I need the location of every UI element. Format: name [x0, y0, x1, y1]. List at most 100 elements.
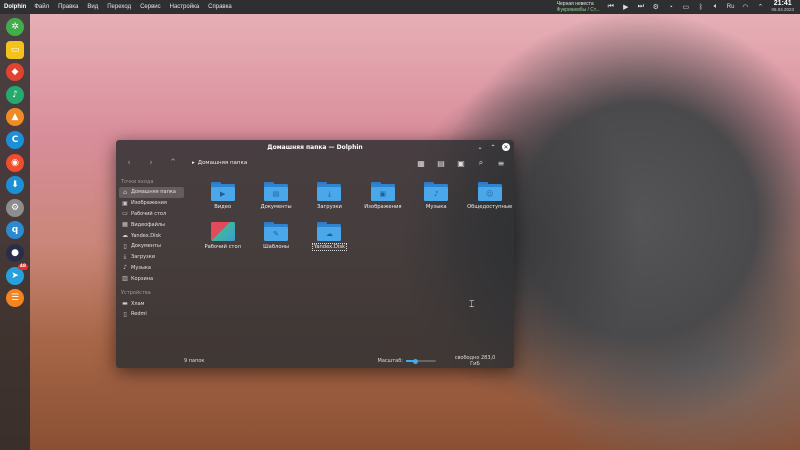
- menu-edit[interactable]: Правка: [58, 4, 78, 10]
- file-item-downloads[interactable]: ⤓ Загрузки: [303, 182, 356, 216]
- file-item-music[interactable]: ♪ Музыка: [410, 182, 463, 216]
- sidebar-item-drive[interactable]: ▬ Хлам: [119, 298, 184, 309]
- bluetooth-icon[interactable]: ᛒ: [697, 3, 705, 11]
- sidebar-item-home[interactable]: ⌂ Домашняя папка: [119, 187, 184, 198]
- notification-badge: 48: [17, 263, 28, 270]
- status-bar: 9 папок Масштаб: свободно 283,0 ГиБ: [116, 354, 514, 368]
- menu-help[interactable]: Справка: [208, 4, 232, 10]
- sidebar-item-label: Документы: [131, 243, 161, 250]
- app-launcher-icon[interactable]: ✲: [6, 18, 24, 36]
- preview-icon[interactable]: ▣: [456, 158, 466, 168]
- file-item-pictures[interactable]: ▣ Изображения: [356, 182, 409, 216]
- wifi-icon[interactable]: ◠: [741, 3, 749, 11]
- file-label: Yandex.Disk: [311, 243, 348, 251]
- search-icon[interactable]: ⌕: [476, 158, 486, 168]
- media-prev-icon[interactable]: ⏮: [607, 3, 615, 11]
- sidebar-item-desktop[interactable]: ▭ Рабочий стол: [119, 209, 184, 220]
- clock[interactable]: 21:41 06.04.2023: [771, 0, 794, 13]
- toolbar: ‹ › ⌃ ▸ Домашняя папка ▦ ▤ ▣ ⌕ ≡: [116, 154, 514, 172]
- news-line-2: Фукрианмбы / Ст...: [556, 7, 600, 13]
- clock-date: 06.04.2023: [771, 7, 794, 12]
- download-icon: ⤓: [123, 253, 127, 261]
- file-label: Рабочий стол: [204, 244, 241, 250]
- menu-settings[interactable]: Настройка: [170, 4, 200, 10]
- file-item-yandex-disk[interactable]: ☁ Yandex.Disk: [303, 222, 356, 256]
- sidebar-item-phone[interactable]: ▯ Redmi: [119, 309, 184, 320]
- desktop-folder-icon: [210, 222, 235, 241]
- breadcrumb-arrow-icon: ▸: [192, 160, 195, 166]
- zoom-slider[interactable]: [406, 358, 436, 364]
- music-folder-icon: ♪: [424, 182, 449, 201]
- store-app-icon[interactable]: ⬇: [6, 176, 24, 195]
- zoom-slider-handle[interactable]: [412, 358, 418, 364]
- window-titlebar[interactable]: Домашняя папка — Dolphin ⌄ ⌃ ✕: [116, 140, 514, 154]
- documents-folder-icon: ▤: [264, 182, 289, 201]
- sidebar-item-videos[interactable]: ▦ Видеофайлы: [119, 219, 184, 230]
- view-tools: ▦ ▤ ▣ ⌕ ≡: [416, 158, 506, 168]
- minimize-icon[interactable]: ⌄: [476, 143, 484, 151]
- vlc-app-icon[interactable]: ▲: [6, 108, 24, 127]
- menu-view[interactable]: Вид: [87, 4, 98, 10]
- sidebar-item-pictures[interactable]: ▣ Изображения: [119, 198, 184, 209]
- zoom-label: Масштаб:: [377, 358, 403, 364]
- sidebar-item-documents[interactable]: ▯ Документы: [119, 241, 184, 252]
- music-app-icon[interactable]: ♪: [6, 85, 24, 104]
- shop-app-icon[interactable]: ◉: [6, 153, 24, 172]
- drive-icon: ▬: [122, 300, 128, 308]
- maximize-icon[interactable]: ⌃: [489, 143, 497, 151]
- back-icon[interactable]: ‹: [124, 158, 134, 168]
- menu-app-icon[interactable]: ☰: [6, 289, 24, 308]
- menu-go[interactable]: Переход: [107, 4, 131, 10]
- up-icon[interactable]: ⌃: [168, 158, 178, 168]
- video-folder-icon: ▶: [210, 182, 235, 201]
- files-app-icon[interactable]: ▭: [6, 40, 24, 59]
- icons-view-icon[interactable]: ▦: [416, 158, 426, 168]
- breadcrumb[interactable]: ▸ Домашняя папка: [192, 160, 247, 166]
- media-play-icon[interactable]: ▶: [622, 3, 630, 11]
- qbittorrent-app-icon[interactable]: q: [6, 221, 24, 240]
- telegram-app-icon[interactable]: ➤ 48: [6, 263, 28, 285]
- sidebar-item-yandex-disk[interactable]: ☁ Yandex.Disk: [119, 230, 184, 241]
- file-label: Видео: [214, 204, 232, 210]
- media-next-icon[interactable]: ⏭: [637, 3, 645, 11]
- file-item-videos[interactable]: ▶ Видео: [196, 182, 249, 216]
- file-label: Музыка: [425, 204, 447, 210]
- downloads-folder-icon: ⤓: [317, 182, 342, 201]
- file-item-public[interactable]: ☺ Общедоступные: [463, 182, 514, 216]
- browser-app-icon[interactable]: C: [6, 130, 24, 149]
- compact-view-icon[interactable]: ▤: [436, 158, 446, 168]
- zoom-control: Масштаб:: [378, 358, 436, 364]
- chevron-up-icon[interactable]: ⌃: [756, 3, 764, 11]
- places-heading: Точки входа: [121, 179, 154, 185]
- free-space[interactable]: свободно 283,0 ГиБ: [450, 355, 500, 367]
- keyboard-layout[interactable]: Ru: [727, 3, 735, 11]
- active-app-name[interactable]: Dolphin: [0, 4, 34, 10]
- menu-tools[interactable]: Сервис: [140, 4, 161, 10]
- settings-icon[interactable]: ⚙: [652, 3, 660, 11]
- bell-icon[interactable]: ◔: [667, 3, 675, 11]
- file-item-documents[interactable]: ▤ Документы: [249, 182, 302, 216]
- sidebar-item-label: Хлам: [131, 300, 145, 307]
- public-folder-icon: ☺: [477, 182, 502, 201]
- display-icon[interactable]: ▭: [682, 3, 690, 11]
- cloud-folder-icon: ☁: [317, 222, 342, 241]
- news-widget[interactable]: Черная невеста Фукрианмбы / Ст...: [557, 1, 600, 13]
- trash-icon: ▥: [122, 275, 128, 283]
- sidebar-item-trash[interactable]: ▥ Корзина: [119, 273, 184, 284]
- system-settings-icon[interactable]: ⚙: [6, 198, 24, 217]
- file-view[interactable]: ▶ Видео ▤ Документы ⤓ Загрузки ▣ Изображ…: [184, 176, 514, 356]
- forward-icon[interactable]: ›: [146, 158, 156, 168]
- close-icon[interactable]: ✕: [502, 143, 510, 151]
- file-item-templates[interactable]: ✎ Шаблоны: [249, 222, 302, 256]
- hamburger-menu-icon[interactable]: ≡: [496, 158, 506, 168]
- obs-app-icon[interactable]: ●: [6, 243, 24, 262]
- breadcrumb-home[interactable]: Домашняя папка: [198, 160, 247, 166]
- sidebar-item-downloads[interactable]: ⤓ Загрузки: [119, 252, 184, 263]
- sidebar-item-music[interactable]: ♪ Музыка: [119, 263, 184, 274]
- home-icon: ⌂: [123, 188, 127, 196]
- menu-file[interactable]: Файл: [34, 4, 49, 10]
- folder-count: 9 папок: [184, 358, 205, 364]
- file-item-desktop[interactable]: Рабочий стол: [196, 222, 249, 256]
- ruby-app-icon[interactable]: ◆: [6, 63, 24, 82]
- volume-icon[interactable]: 🔈︎: [712, 3, 720, 11]
